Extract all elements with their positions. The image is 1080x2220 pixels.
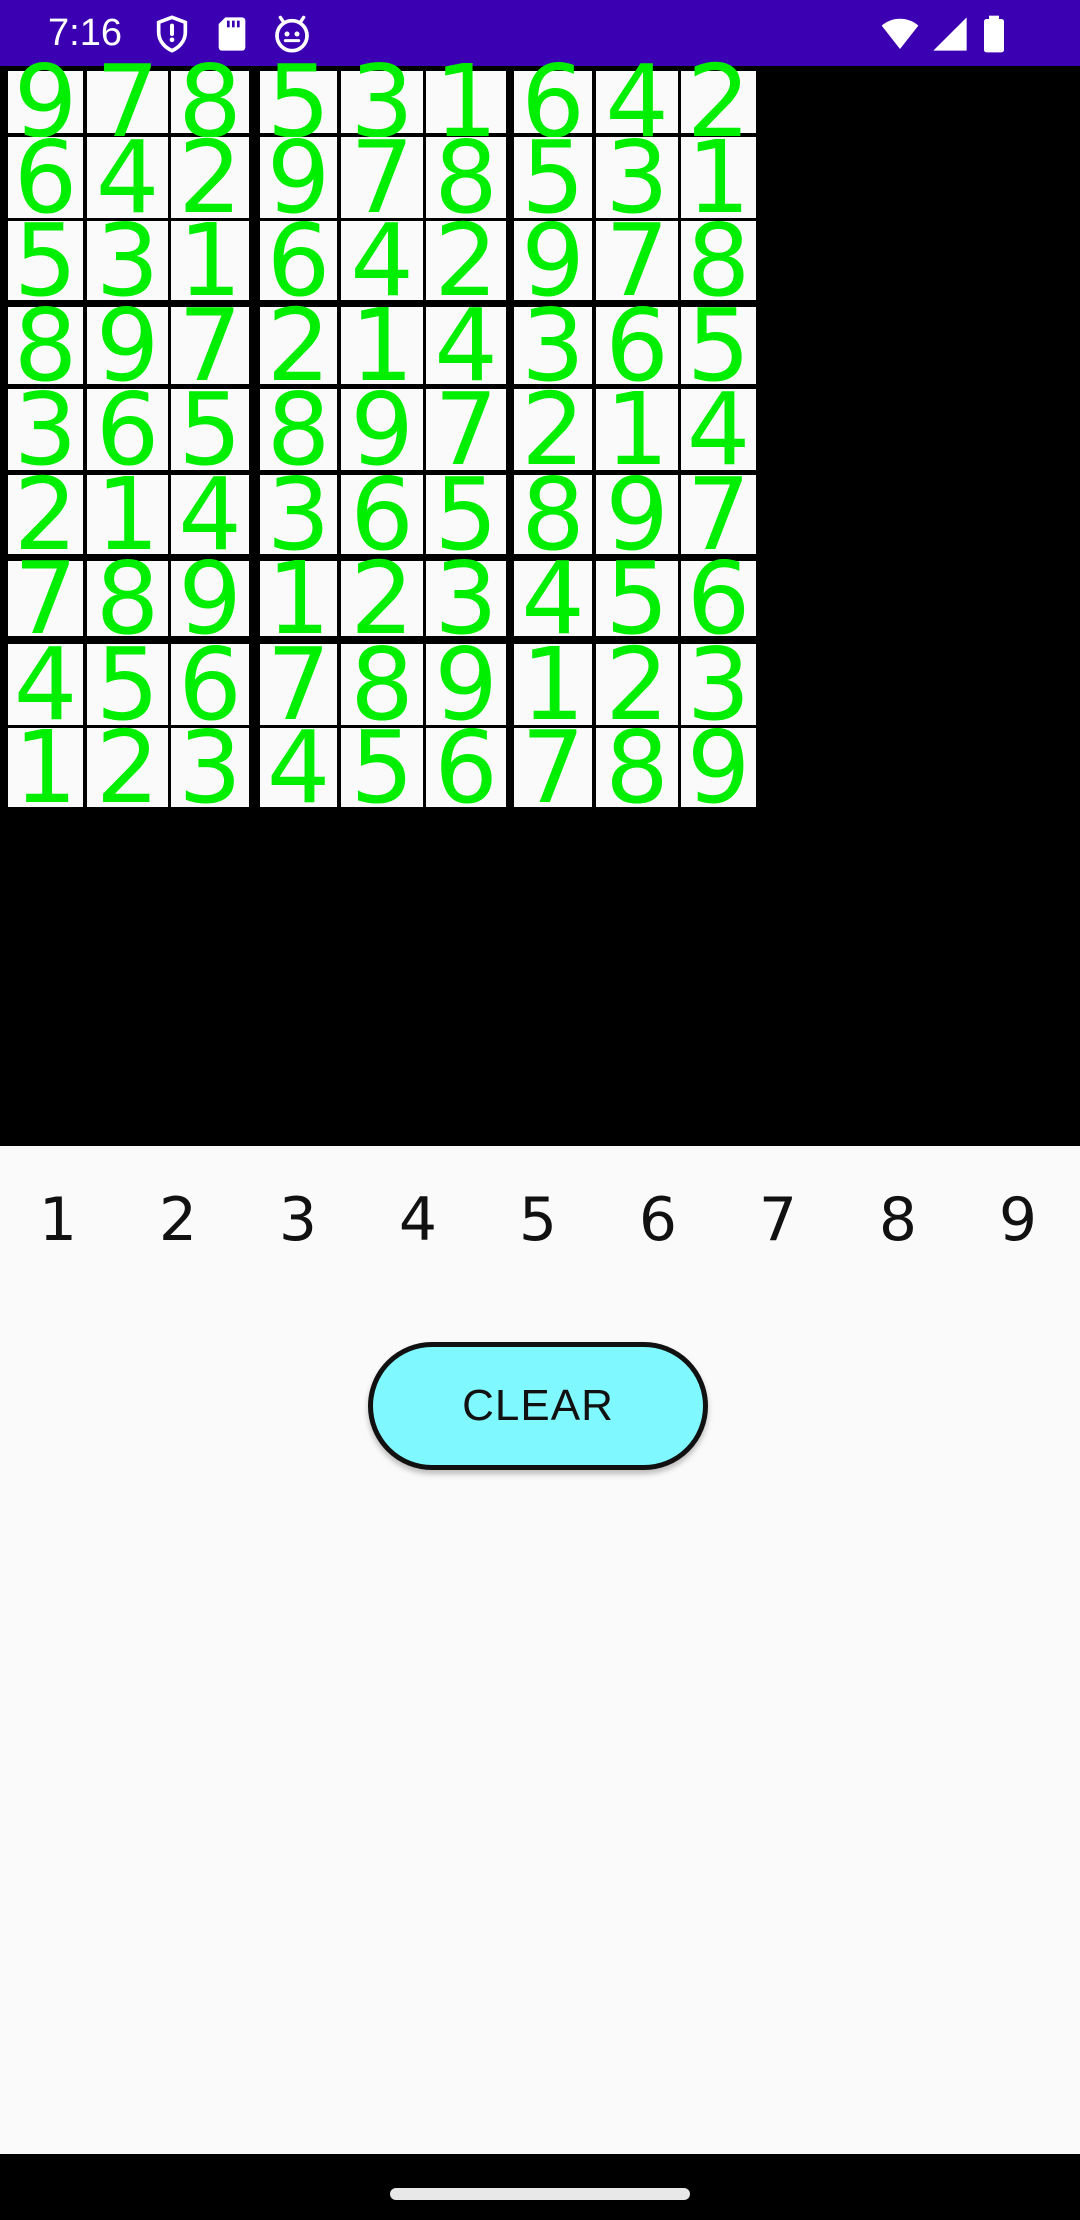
sudoku-cell[interactable]: 3 bbox=[426, 548, 506, 648]
number-picker-digit[interactable]: 2 bbox=[118, 1170, 238, 1270]
sudoku-cell[interactable]: 7 bbox=[514, 717, 592, 817]
sudoku-cell[interactable]: 2 bbox=[341, 548, 423, 648]
sudoku-cell[interactable]: 8 bbox=[596, 717, 678, 817]
cell-signal-icon bbox=[930, 14, 970, 54]
sudoku-cell[interactable]: 1 bbox=[8, 717, 83, 817]
number-picker-digit[interactable]: 6 bbox=[598, 1170, 718, 1270]
sudoku-cell[interactable]: 5 bbox=[596, 548, 678, 648]
sudoku-cell[interactable]: 5 bbox=[341, 717, 423, 817]
number-picker-digit[interactable]: 9 bbox=[958, 1170, 1078, 1270]
wifi-icon bbox=[880, 14, 920, 54]
number-picker: 123456789 bbox=[0, 1170, 1080, 1270]
number-picker-digit[interactable]: 8 bbox=[838, 1170, 958, 1270]
sudoku-cell[interactable]: 6 bbox=[426, 717, 506, 817]
sudoku-cell[interactable]: 7 bbox=[8, 548, 83, 648]
home-gesture-handle[interactable] bbox=[390, 2188, 690, 2200]
navigation-bar bbox=[0, 2154, 1080, 2220]
sudoku-cell[interactable]: 2 bbox=[87, 717, 168, 817]
number-picker-digit[interactable]: 5 bbox=[478, 1170, 598, 1270]
sudoku-cell[interactable]: 9 bbox=[681, 717, 756, 817]
sudoku-cell[interactable]: 6 bbox=[681, 548, 756, 648]
clear-button[interactable]: CLEAR bbox=[368, 1342, 708, 1470]
sudoku-cell[interactable]: 4 bbox=[260, 717, 337, 817]
sudoku-cell[interactable]: 9 bbox=[171, 548, 249, 648]
sudoku-cell[interactable]: 1 bbox=[260, 548, 337, 648]
number-picker-digit[interactable]: 3 bbox=[238, 1170, 358, 1270]
sudoku-board: 9785316426429785315316429788972143653658… bbox=[0, 52, 1080, 1146]
number-picker-digit[interactable]: 1 bbox=[0, 1170, 118, 1270]
number-picker-digit[interactable]: 4 bbox=[358, 1170, 478, 1270]
sudoku-cell[interactable]: 3 bbox=[171, 717, 249, 817]
battery-icon bbox=[974, 14, 1014, 54]
number-picker-digit[interactable]: 7 bbox=[718, 1170, 838, 1270]
sudoku-cell[interactable]: 4 bbox=[514, 548, 592, 648]
sudoku-cell[interactable]: 8 bbox=[87, 548, 168, 648]
